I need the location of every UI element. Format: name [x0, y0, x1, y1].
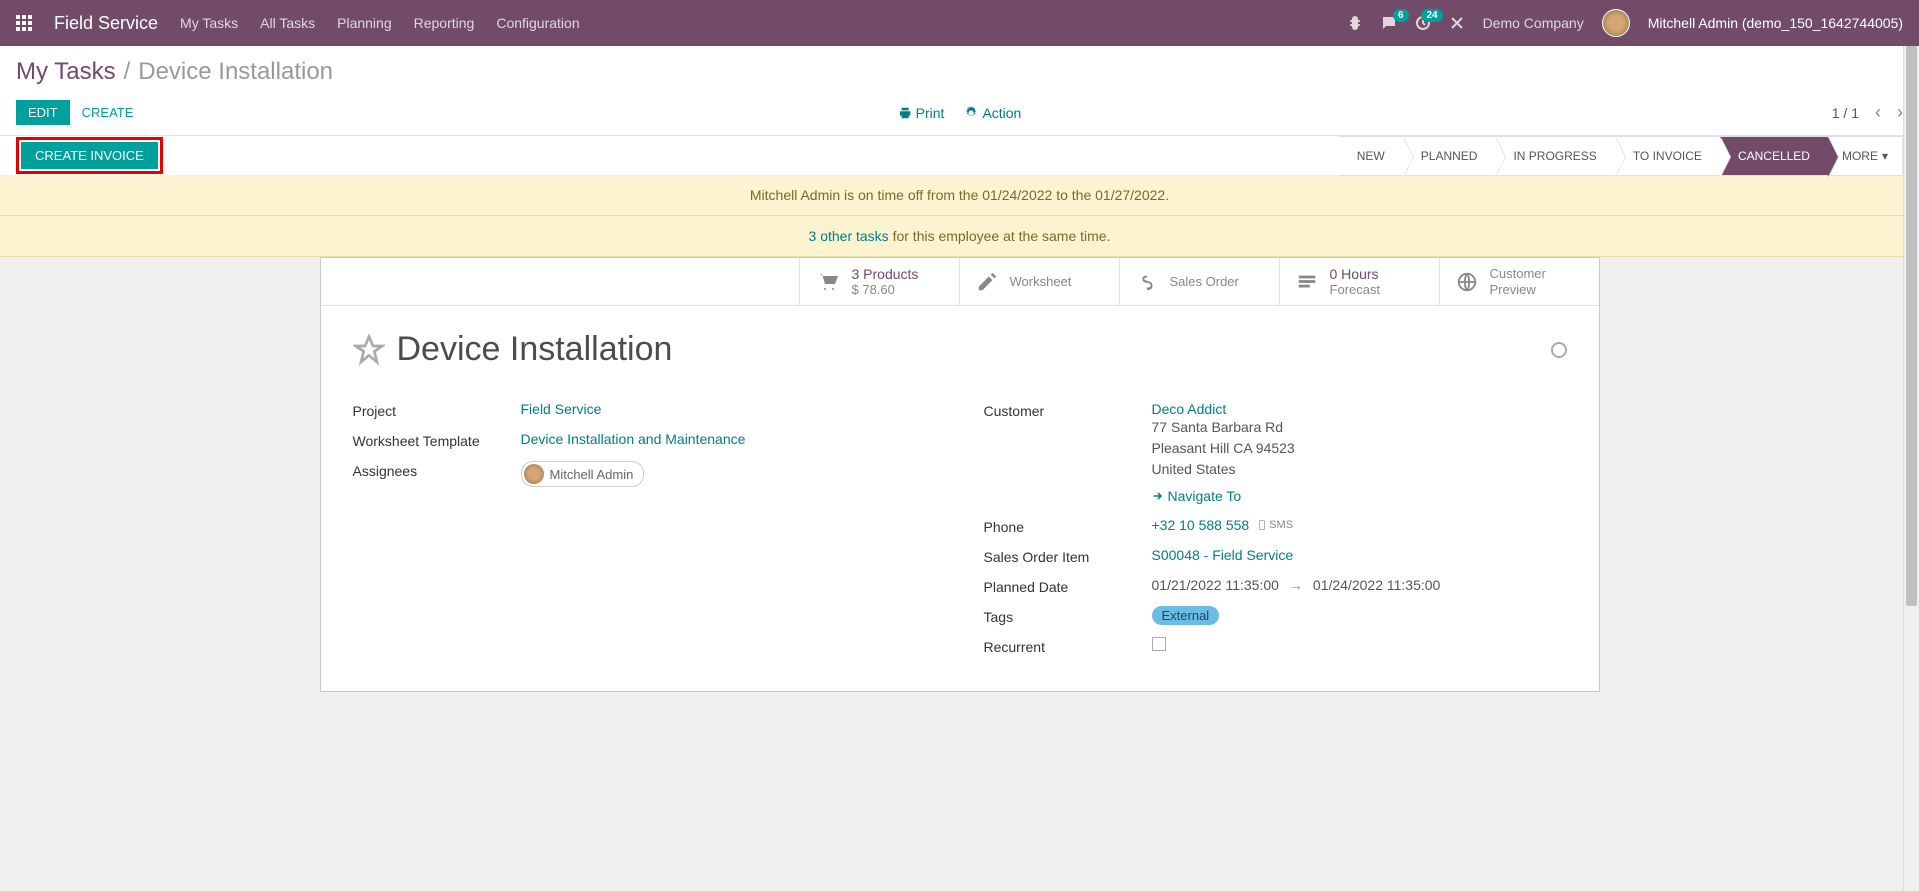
customer-name[interactable]: Deco Addict [1152, 401, 1567, 417]
print-button[interactable]: Print [898, 105, 945, 121]
planned-date-end: 01/24/2022 11:35:00 [1313, 577, 1440, 593]
assignee-name: Mitchell Admin [550, 467, 634, 482]
address-line1: 77 Santa Barbara Rd [1152, 417, 1567, 438]
other-tasks-warning: 3 other tasks for this employee at the s… [0, 216, 1919, 257]
dollar-icon [1136, 271, 1158, 293]
star-icon[interactable] [353, 334, 385, 366]
tasks-icon [1296, 271, 1318, 293]
mobile-icon [1257, 520, 1267, 530]
gear-icon [964, 106, 978, 120]
project-label: Project [353, 401, 521, 419]
print-icon [898, 106, 912, 120]
user-menu[interactable]: Mitchell Admin (demo_150_1642744005) [1648, 15, 1903, 31]
worksheet-template-value[interactable]: Device Installation and Maintenance [521, 431, 936, 447]
stat-sales-order[interactable]: Sales Order [1119, 258, 1279, 305]
stat-customer-preview-label: CustomerPreview [1490, 266, 1546, 297]
planned-date-start: 01/21/2022 11:35:00 [1152, 577, 1279, 593]
caret-down-icon: ▾ [1882, 149, 1888, 163]
address-country: United States [1152, 459, 1567, 480]
nav-reporting[interactable]: Reporting [414, 15, 475, 31]
stage-in-progress[interactable]: IN PROGRESS [1495, 136, 1614, 176]
record-title: Device Installation [397, 330, 673, 369]
create-button[interactable]: CREATE [70, 100, 146, 125]
recurrent-label: Recurrent [984, 637, 1152, 655]
breadcrumb-sep: / [124, 58, 131, 86]
customer-label: Customer [984, 401, 1152, 419]
planned-date-label: Planned Date [984, 577, 1152, 595]
create-invoice-button[interactable]: CREATE INVOICE [21, 142, 158, 169]
stat-products[interactable]: 3 Products $ 78.60 [799, 258, 959, 305]
stat-products-amount: $ 78.60 [852, 282, 919, 297]
worksheet-template-label: Worksheet Template [353, 431, 521, 449]
other-tasks-link[interactable]: 3 other tasks [809, 228, 889, 244]
nav-my-tasks[interactable]: My Tasks [180, 15, 238, 31]
messages-badge: 6 [1393, 9, 1409, 22]
nav-configuration[interactable]: Configuration [496, 15, 579, 31]
stat-hours-count: 0 Hours [1330, 266, 1381, 282]
apps-icon[interactable] [16, 15, 32, 31]
pencil-icon [976, 271, 998, 293]
kanban-state-icon[interactable] [1551, 342, 1567, 358]
cart-icon [816, 270, 840, 294]
stage-planned[interactable]: PLANNED [1403, 136, 1496, 176]
navigate-label: Navigate To [1168, 488, 1242, 504]
stage-cancelled[interactable]: CANCELLED [1720, 136, 1828, 176]
breadcrumb: My Tasks / Device Installation [16, 58, 1903, 86]
action-button[interactable]: Action [964, 105, 1021, 121]
phone-label: Phone [984, 517, 1152, 535]
pager-value[interactable]: 1 / 1 [1832, 105, 1859, 121]
project-value[interactable]: Field Service [521, 401, 936, 417]
breadcrumb-parent[interactable]: My Tasks [16, 58, 116, 86]
nav-all-tasks[interactable]: All Tasks [260, 15, 315, 31]
stat-products-count: 3 Products [852, 266, 919, 282]
address-line2: Pleasant Hill CA 94523 [1152, 438, 1567, 459]
nav-planning[interactable]: Planning [337, 15, 392, 31]
print-label: Print [916, 105, 945, 121]
assignee-tag[interactable]: Mitchell Admin [521, 461, 645, 487]
assignee-avatar [524, 464, 544, 484]
stat-worksheet[interactable]: Worksheet [959, 258, 1119, 305]
stat-forecast-label: Forecast [1330, 282, 1381, 297]
pager-prev-icon[interactable]: ‹ [1875, 102, 1881, 123]
globe-icon [1456, 271, 1478, 293]
more-label: MORE [1842, 149, 1878, 163]
sms-label: SMS [1269, 519, 1293, 531]
navigate-to-button[interactable]: Navigate To [1152, 488, 1242, 504]
stat-sales-order-label: Sales Order [1170, 274, 1239, 289]
activities-badge: 24 [1421, 9, 1442, 22]
sms-button[interactable]: SMS [1257, 519, 1293, 531]
edit-button[interactable]: EDIT [16, 100, 70, 125]
phone-value[interactable]: +32 10 588 558 [1152, 517, 1250, 533]
arrow-right-icon [1152, 490, 1164, 502]
activities-icon[interactable]: 24 [1415, 15, 1431, 31]
sales-order-item-label: Sales Order Item [984, 547, 1152, 565]
scrollbar[interactable] [1903, 46, 1919, 891]
tags-label: Tags [984, 607, 1152, 625]
stat-worksheet-label: Worksheet [1010, 274, 1072, 289]
breadcrumb-current: Device Installation [138, 58, 333, 86]
company-switcher[interactable]: Demo Company [1483, 15, 1584, 31]
debug-icon[interactable] [1347, 15, 1363, 31]
sales-order-item-value[interactable]: S00048 - Field Service [1152, 547, 1567, 563]
recurrent-checkbox[interactable] [1152, 637, 1166, 651]
stage-to-invoice[interactable]: TO INVOICE [1615, 136, 1720, 176]
stat-forecast[interactable]: 0 Hours Forecast [1279, 258, 1439, 305]
assignees-label: Assignees [353, 461, 521, 479]
user-avatar[interactable] [1602, 9, 1630, 37]
tools-icon[interactable] [1449, 15, 1465, 31]
app-title[interactable]: Field Service [54, 13, 158, 34]
arrow-icon: → [1289, 577, 1303, 593]
stage-more-button[interactable]: MORE ▾ [1828, 136, 1903, 176]
scrollbar-thumb[interactable] [1906, 46, 1917, 606]
other-tasks-suffix: for this employee at the same time. [893, 228, 1111, 244]
timeoff-warning: Mitchell Admin is on time off from the 0… [0, 175, 1919, 216]
stage-new[interactable]: NEW [1339, 136, 1403, 176]
messages-icon[interactable]: 6 [1381, 15, 1397, 31]
create-invoice-highlight: CREATE INVOICE [16, 137, 163, 174]
stat-customer-preview[interactable]: CustomerPreview [1439, 258, 1599, 305]
tag-external[interactable]: External [1152, 606, 1220, 625]
action-label: Action [982, 105, 1021, 121]
